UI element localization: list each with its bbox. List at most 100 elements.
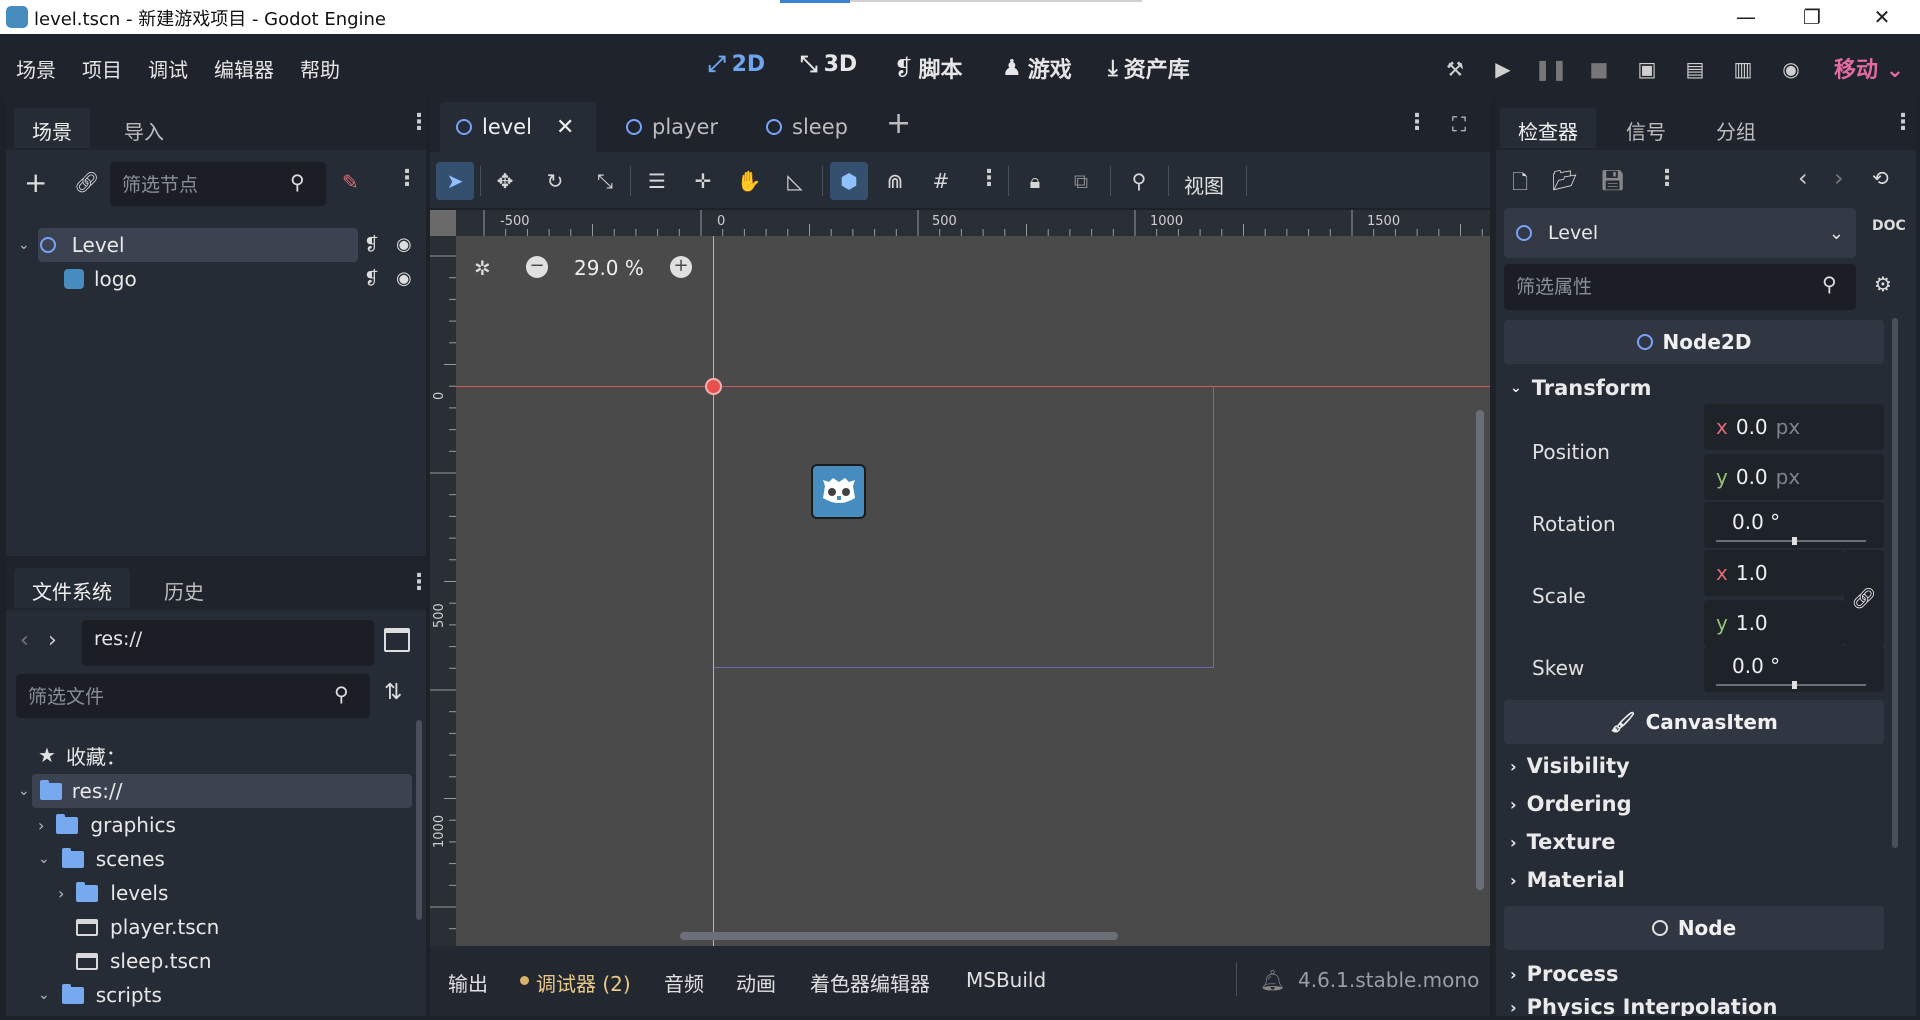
file-row-sleep-tscn[interactable]: sleep.tscn <box>76 944 212 978</box>
section-node[interactable]: Node <box>1504 906 1884 950</box>
workspace-game-button[interactable]: ♟ 游戏 <box>1002 52 1072 84</box>
close-window-button[interactable]: ✕ <box>1852 0 1912 34</box>
scene-tools-menu-icon[interactable]: ⋮ <box>396 166 418 191</box>
lock-icon[interactable]: 🔒︎ <box>1016 162 1054 200</box>
script-remove-icon[interactable]: ✎ <box>342 170 359 194</box>
play-icon[interactable]: ▶ <box>1490 56 1516 82</box>
object-selector[interactable]: Level ⌄ <box>1504 208 1856 258</box>
menu-debug[interactable]: 调试 <box>148 54 188 83</box>
script-icon[interactable]: ❡ <box>364 268 379 289</box>
scene-tabs-menu-icon[interactable]: ⋮ <box>1406 110 1428 135</box>
menu-editor[interactable]: 编辑器 <box>214 54 274 83</box>
link-icon[interactable]: 🔗︎ <box>74 170 99 194</box>
maximize-button[interactable]: ❐ <box>1782 0 1842 34</box>
viewport-h-scrollbar[interactable] <box>680 932 1118 940</box>
position-y-field[interactable]: y 0.0 px <box>1704 454 1884 500</box>
pivot-tool-icon[interactable]: ✛ <box>684 162 722 200</box>
bone-icon[interactable]: ⚲ <box>1120 162 1158 200</box>
close-tab-icon[interactable]: ✕ <box>556 115 574 140</box>
filesystem-dock-menu-icon[interactable]: ⋮ <box>408 570 430 595</box>
tree-node-logo[interactable]: logo <box>64 262 137 296</box>
category-material[interactable]: › Material <box>1510 868 1625 892</box>
hammer-icon[interactable]: ⚒ <box>1442 56 1468 82</box>
tab-groups[interactable]: 分组 <box>1698 108 1774 148</box>
ruler-tool-icon[interactable]: ◺ <box>776 162 814 200</box>
scene-dock-menu-icon[interactable]: ⋮ <box>408 110 430 135</box>
category-visibility[interactable]: › Visibility <box>1510 754 1630 778</box>
rotation-slider-knob[interactable] <box>1792 537 1797 545</box>
menu-help[interactable]: 帮助 <box>300 54 340 83</box>
category-process[interactable]: › Process <box>1510 962 1618 986</box>
tab-level[interactable]: level ✕ <box>440 102 596 152</box>
history-forward-icon[interactable]: › <box>1834 164 1844 192</box>
tab-signals[interactable]: 信号 <box>1608 108 1684 148</box>
snap-options-menu-icon[interactable]: ⋮ <box>978 166 1000 191</box>
favorites-row[interactable]: ★ 收藏： <box>38 738 126 772</box>
tab-inspector[interactable]: 检查器 <box>1500 108 1596 148</box>
section-node2d[interactable]: Node2D <box>1504 320 1884 364</box>
menu-project[interactable]: 项目 <box>82 54 122 83</box>
open-folder-icon[interactable]: 📂︎ <box>1552 168 1577 192</box>
center-view-icon[interactable]: ✲ <box>474 256 491 280</box>
view-menu[interactable]: 视图 <box>1184 170 1224 199</box>
tab-msbuild[interactable]: MSBuild <box>966 968 1046 992</box>
skew-slider-knob[interactable] <box>1792 681 1797 689</box>
menu-scene[interactable]: 场景 <box>16 54 56 83</box>
remote-debug-icon[interactable]: ▣ <box>1634 56 1660 82</box>
2d-viewport[interactable]: -500 0 500 1000 1500 0 500 1000 ✲ − 29.0… <box>430 210 1490 946</box>
tab-sleep[interactable]: sleep <box>750 102 864 152</box>
scale-link-icon[interactable]: 🔗︎ <box>1844 550 1884 646</box>
tab-audio[interactable]: 音频 <box>664 968 704 997</box>
zoom-level[interactable]: 29.0 % <box>574 256 644 280</box>
file-row-graphics[interactable]: › graphics <box>38 808 176 842</box>
visibility-eye-icon[interactable]: ◉ <box>396 268 412 289</box>
path-field[interactable]: res:// <box>82 620 374 666</box>
resource-menu-icon[interactable]: ⋮ <box>1656 166 1678 191</box>
zoom-in-icon[interactable]: + <box>670 256 692 278</box>
category-transform[interactable]: ⌄ Transform <box>1510 376 1652 400</box>
snap-magnet-icon[interactable]: ⋒ <box>876 162 914 200</box>
sort-icon[interactable]: ⇅ <box>384 680 402 705</box>
grid-snap-icon[interactable]: # <box>922 162 960 200</box>
back-arrow-icon[interactable]: ‹ <box>20 628 29 653</box>
split-mode-icon[interactable] <box>384 628 410 652</box>
stop-icon[interactable]: ■ <box>1586 56 1612 82</box>
section-canvasitem[interactable]: 🖌︎ CanvasItem <box>1504 700 1884 744</box>
doc-icon[interactable]: DOC <box>1872 218 1906 234</box>
workspace-assetlib-button[interactable]: ⤓ 资产库 <box>1108 52 1190 84</box>
logo-sprite[interactable] <box>811 464 866 519</box>
tab-filesystem[interactable]: 文件系统 <box>14 568 130 608</box>
distraction-free-icon[interactable]: ⛶ <box>1452 112 1466 136</box>
zoom-out-icon[interactable]: − <box>526 256 548 278</box>
category-physics-interpolation[interactable]: › Physics Interpolation <box>1510 998 1777 1016</box>
viewport-v-scrollbar[interactable] <box>1476 410 1484 890</box>
file-filter-input[interactable]: 筛选文件 <box>16 674 370 718</box>
notification-bell-icon[interactable]: 🔔︎ <box>1260 968 1285 992</box>
move-tool-icon[interactable]: ✥ <box>486 162 524 200</box>
visibility-eye-icon[interactable]: ◉ <box>396 234 412 255</box>
property-filter-input[interactable]: 筛选属性 <box>1504 264 1856 310</box>
movie-maker-icon[interactable]: ◉ <box>1778 56 1804 82</box>
minimize-button[interactable]: — <box>1716 0 1776 34</box>
file-row-levels[interactable]: › levels <box>58 876 168 910</box>
group-icon[interactable]: ⧉ <box>1062 162 1100 200</box>
tab-player[interactable]: player <box>610 102 734 152</box>
list-select-icon[interactable]: ☰ <box>638 162 676 200</box>
play-scene-icon[interactable]: ▤ <box>1682 56 1708 82</box>
inspector-scrollbar[interactable] <box>1892 318 1898 848</box>
tab-scene[interactable]: 场景 <box>14 108 90 148</box>
tab-debugger[interactable]: 调试器 (2) <box>536 968 631 997</box>
category-texture[interactable]: › Texture <box>1510 830 1616 854</box>
select-tool-icon[interactable]: ➤ <box>436 162 474 200</box>
smart-snap-icon[interactable]: ⬢ <box>830 162 868 200</box>
category-ordering[interactable]: › Ordering <box>1510 792 1632 816</box>
forward-arrow-icon[interactable]: › <box>48 628 57 653</box>
file-row-scripts[interactable]: ⌄ scripts <box>38 978 162 1012</box>
tab-history[interactable]: 历史 <box>146 568 222 608</box>
tab-import[interactable]: 导入 <box>106 108 182 148</box>
add-node-icon[interactable]: + <box>24 166 47 199</box>
tab-output[interactable]: 输出 <box>448 968 488 997</box>
play-custom-scene-icon[interactable]: ▥ <box>1730 56 1756 82</box>
filesystem-scrollbar[interactable] <box>416 720 422 920</box>
inspector-dock-menu-icon[interactable]: ⋮ <box>1892 110 1914 135</box>
